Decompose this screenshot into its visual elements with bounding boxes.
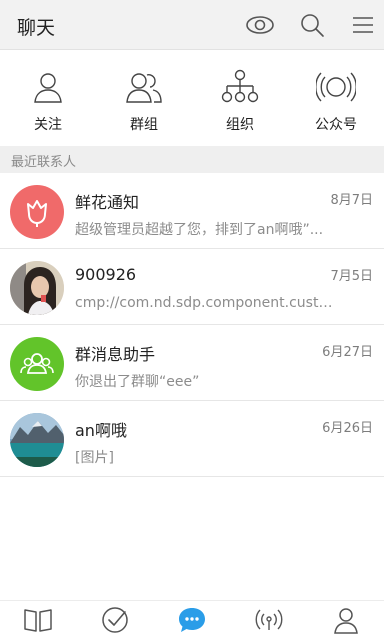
quick-org-label: 组织 <box>226 117 254 133</box>
conversation-preview: cmp://com.nd.sdp.component.custo... <box>75 295 335 311</box>
chat-icon <box>177 606 207 638</box>
conversation-date: 8月7日 <box>330 193 373 208</box>
quick-official-accounts[interactable]: 公众号 <box>288 50 384 146</box>
nav-chat[interactable] <box>154 605 230 639</box>
conversation-item[interactable]: 群消息助手 6月27日 你退出了群聊“eee” <box>0 325 384 401</box>
person-icon <box>28 68 68 106</box>
quick-follow[interactable]: 关注 <box>0 50 96 146</box>
nav-book[interactable] <box>0 605 76 639</box>
conversation-date: 7月5日 <box>330 269 373 284</box>
conversation-date: 6月26日 <box>322 421 373 436</box>
top-bar: 聊天 <box>0 0 384 50</box>
quick-groups[interactable]: 群组 <box>96 50 192 146</box>
quick-follow-label: 关注 <box>34 117 62 133</box>
conversation-item[interactable]: 900926 7月5日 cmp://com.nd.sdp.component.c… <box>0 249 384 325</box>
recent-contacts-header: 最近联系人 <box>0 146 384 173</box>
check-icon <box>101 606 129 638</box>
signal-icon <box>254 606 284 638</box>
book-icon <box>23 607 53 637</box>
group-icon <box>124 68 164 106</box>
menu-icon[interactable] <box>346 9 380 41</box>
quick-org[interactable]: 组织 <box>192 50 288 146</box>
conversation-item[interactable]: 鲜花通知 8月7日 超级管理员超越了您，排到了an啊哦”... <box>0 173 384 249</box>
profile-icon <box>332 606 360 638</box>
conversation-preview: 超级管理员超越了您，排到了an啊哦”... <box>75 222 324 238</box>
conversation-name: 鲜花通知 <box>75 193 140 212</box>
page-title: 聊天 <box>17 17 56 39</box>
photo-avatar <box>10 261 64 315</box>
eye-icon[interactable] <box>243 9 277 41</box>
divider <box>0 476 384 477</box>
quick-actions: 关注 群组 组织 公众号 <box>0 50 384 146</box>
bottom-navigation <box>0 600 384 640</box>
nav-signal[interactable] <box>231 605 307 639</box>
conversation-date: 6月27日 <box>322 345 373 360</box>
org-chart-icon <box>220 68 260 106</box>
nav-tasks[interactable] <box>77 605 153 639</box>
conversation-name: an啊哦 <box>75 421 127 440</box>
section-title: 最近联系人 <box>11 155 77 170</box>
quick-official-accounts-label: 公众号 <box>315 117 357 133</box>
flower-avatar <box>10 185 64 239</box>
quick-groups-label: 群组 <box>130 117 158 133</box>
conversation-preview: 你退出了群聊“eee” <box>75 374 200 390</box>
broadcast-icon <box>316 68 356 106</box>
search-icon[interactable] <box>295 9 329 41</box>
conversation-preview: [图片] <box>75 450 114 466</box>
nav-profile[interactable] <box>308 605 384 639</box>
conversation-name: 群消息助手 <box>75 345 156 364</box>
conversation-item[interactable]: an啊哦 6月26日 [图片] <box>0 401 384 477</box>
landscape-avatar <box>10 413 64 467</box>
group-avatar <box>10 337 64 391</box>
conversation-name: 900926 <box>75 265 137 284</box>
